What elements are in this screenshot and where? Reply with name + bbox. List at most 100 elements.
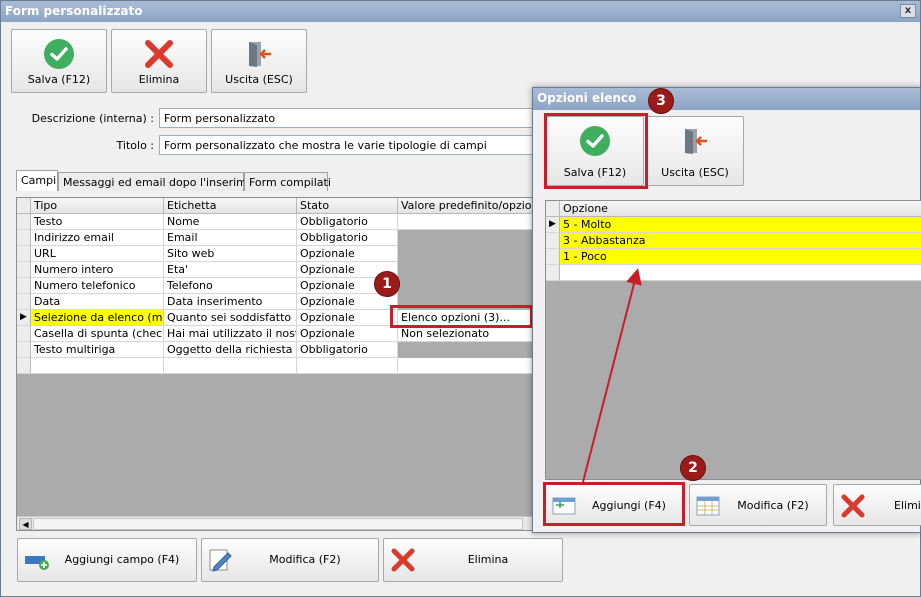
scrollbar-thumb[interactable]	[33, 518, 523, 530]
cell-stato[interactable]: Opzionale	[297, 246, 398, 262]
options-grid: Opzione ▶ 5 - Molto 3 - Abbastanza 1 - P…	[545, 200, 921, 480]
row-indicator[interactable]	[17, 246, 31, 262]
delete-field-label: Elimina	[467, 553, 509, 566]
row-indicator[interactable]	[17, 262, 31, 278]
tab-campi[interactable]: Campi	[16, 170, 58, 191]
checkmark-icon	[580, 126, 610, 156]
cell-etichetta[interactable]: Eta'	[164, 262, 297, 278]
cell-stato[interactable]: Opzionale	[297, 326, 398, 342]
cell-etichetta[interactable]: Telefono	[164, 278, 297, 294]
cell-etichetta[interactable]: Hai mai utilizzato il nostr...	[164, 326, 297, 342]
save-button[interactable]: Salva (F12)	[11, 29, 107, 93]
cell-tipo[interactable]: Numero intero	[31, 262, 164, 278]
cell-stato[interactable]: Obbligatorio	[297, 230, 398, 246]
delete-field-button[interactable]: Elimina	[383, 538, 563, 582]
header-etichetta[interactable]: Etichetta	[164, 198, 297, 214]
cell-tipo[interactable]: URL	[31, 246, 164, 262]
cell-empty[interactable]	[31, 358, 164, 374]
close-button[interactable]: x	[900, 4, 916, 18]
cell-tipo[interactable]: Testo multiriga	[31, 342, 164, 358]
add-field-icon	[25, 556, 49, 570]
cell-stato[interactable]: Opzionale	[297, 310, 398, 326]
row-pointer-icon[interactable]: ▶	[17, 310, 31, 326]
cell-stato[interactable]: Obbligatorio	[297, 214, 398, 230]
cell-etichetta[interactable]: Nome	[164, 214, 297, 230]
dialog-delete-label: Elimina	[894, 499, 921, 512]
option-cell[interactable]: 5 - Molto	[560, 217, 921, 233]
new-row[interactable]	[17, 358, 535, 374]
cell-tipo[interactable]: Testo	[31, 214, 164, 230]
cell-valore	[398, 230, 535, 246]
table-row[interactable]: Numero telefonico Telefono Opzionale	[17, 278, 535, 294]
row-indicator[interactable]	[546, 265, 560, 281]
cell-etichetta[interactable]: Data inserimento	[164, 294, 297, 310]
row-indicator[interactable]	[546, 249, 560, 265]
dialog-exit-button[interactable]: Uscita (ESC)	[646, 116, 744, 186]
cell-tipo[interactable]: Data	[31, 294, 164, 310]
fields-grid: Tipo Etichetta Stato Valore predefinito/…	[16, 197, 536, 531]
table-row[interactable]: Casella di spunta (check... Hai mai util…	[17, 326, 535, 342]
header-tipo[interactable]: Tipo	[31, 198, 164, 214]
option-row-selected[interactable]: ▶ 5 - Molto	[546, 217, 921, 233]
cell-empty[interactable]	[297, 358, 398, 374]
table-row-selected[interactable]: ▶ Selezione da elenco (me... Quanto sei …	[17, 310, 535, 326]
cell-tipo[interactable]: Indirizzo email	[31, 230, 164, 246]
option-row[interactable]: 1 - Poco	[546, 249, 921, 265]
exit-button[interactable]: Uscita (ESC)	[211, 29, 307, 93]
table-row[interactable]: URL Sito web Opzionale	[17, 246, 535, 262]
cell-etichetta[interactable]: Sito web	[164, 246, 297, 262]
cell-tipo[interactable]: Numero telefonico	[31, 278, 164, 294]
row-indicator[interactable]	[546, 233, 560, 249]
table-row[interactable]: Numero intero Eta' Opzionale	[17, 262, 535, 278]
header-valore[interactable]: Valore predefinito/opzioni	[398, 198, 535, 214]
header-opzione[interactable]: Opzione	[560, 201, 921, 217]
dialog-delete-button[interactable]: Elimina	[833, 484, 921, 526]
cell-valore[interactable]	[398, 214, 535, 230]
dialog-edit-button[interactable]: Modifica (F2)	[689, 484, 827, 526]
cell-etichetta[interactable]: Email	[164, 230, 297, 246]
exit-door-icon	[249, 42, 271, 67]
row-indicator[interactable]	[17, 230, 31, 246]
header-stato[interactable]: Stato	[297, 198, 398, 214]
cell-etichetta[interactable]: Quanto sei soddisfatto ...	[164, 310, 297, 326]
delete-button[interactable]: Elimina	[111, 29, 207, 93]
row-indicator[interactable]	[17, 214, 31, 230]
description-input[interactable]: Form personalizzato	[159, 108, 539, 128]
row-indicator[interactable]	[17, 358, 31, 374]
cell-valore-options[interactable]: Elenco opzioni (3)...	[398, 310, 535, 326]
cell-empty[interactable]	[398, 358, 535, 374]
table-row[interactable]: Testo multiriga Oggetto della richiesta …	[17, 342, 535, 358]
table-row[interactable]: Data Data inserimento Opzionale	[17, 294, 535, 310]
cell-tipo[interactable]: Selezione da elenco (me...	[31, 310, 164, 326]
option-cell[interactable]: 1 - Poco	[560, 249, 921, 265]
cell-valore[interactable]: Non selezionato	[398, 326, 535, 342]
dialog-save-button[interactable]: Salva (F12)	[546, 116, 644, 186]
row-indicator[interactable]	[17, 278, 31, 294]
row-indicator[interactable]	[17, 294, 31, 310]
new-option-row[interactable]	[546, 265, 921, 281]
option-cell[interactable]: 3 - Abbastanza	[560, 233, 921, 249]
cell-tipo[interactable]: Casella di spunta (check...	[31, 326, 164, 342]
row-pointer-icon[interactable]: ▶	[546, 217, 560, 233]
cell-etichetta[interactable]: Oggetto della richiesta	[164, 342, 297, 358]
row-indicator[interactable]	[17, 342, 31, 358]
tab-messaggi[interactable]: Messaggi ed email dopo l'inserimento	[58, 172, 272, 191]
table-row[interactable]: Indirizzo email Email Obbligatorio	[17, 230, 535, 246]
title-input[interactable]: Form personalizzato che mostra le varie …	[159, 135, 539, 155]
option-cell-empty[interactable]	[560, 265, 921, 281]
grid-header: Tipo Etichetta Stato Valore predefinito/…	[17, 198, 535, 214]
cell-stato[interactable]: Obbligatorio	[297, 342, 398, 358]
cell-empty[interactable]	[164, 358, 297, 374]
table-row[interactable]: Testo Nome Obbligatorio	[17, 214, 535, 230]
edit-pencil-icon	[209, 549, 232, 572]
tab-form-compilati[interactable]: Form compilati	[244, 172, 331, 191]
delete-x-icon	[391, 548, 415, 572]
edit-button[interactable]: Modifica (F2)	[201, 538, 379, 582]
add-field-button[interactable]: Aggiungi campo (F4)	[17, 538, 197, 582]
dialog-add-button[interactable]: Aggiungi (F4)	[545, 484, 683, 526]
scroll-left-icon[interactable]: ◀	[19, 518, 32, 530]
annotation-badge-1: 1	[374, 271, 400, 297]
option-row[interactable]: 3 - Abbastanza	[546, 233, 921, 249]
row-indicator[interactable]	[17, 326, 31, 342]
horizontal-scrollbar[interactable]: ◀	[17, 516, 535, 530]
